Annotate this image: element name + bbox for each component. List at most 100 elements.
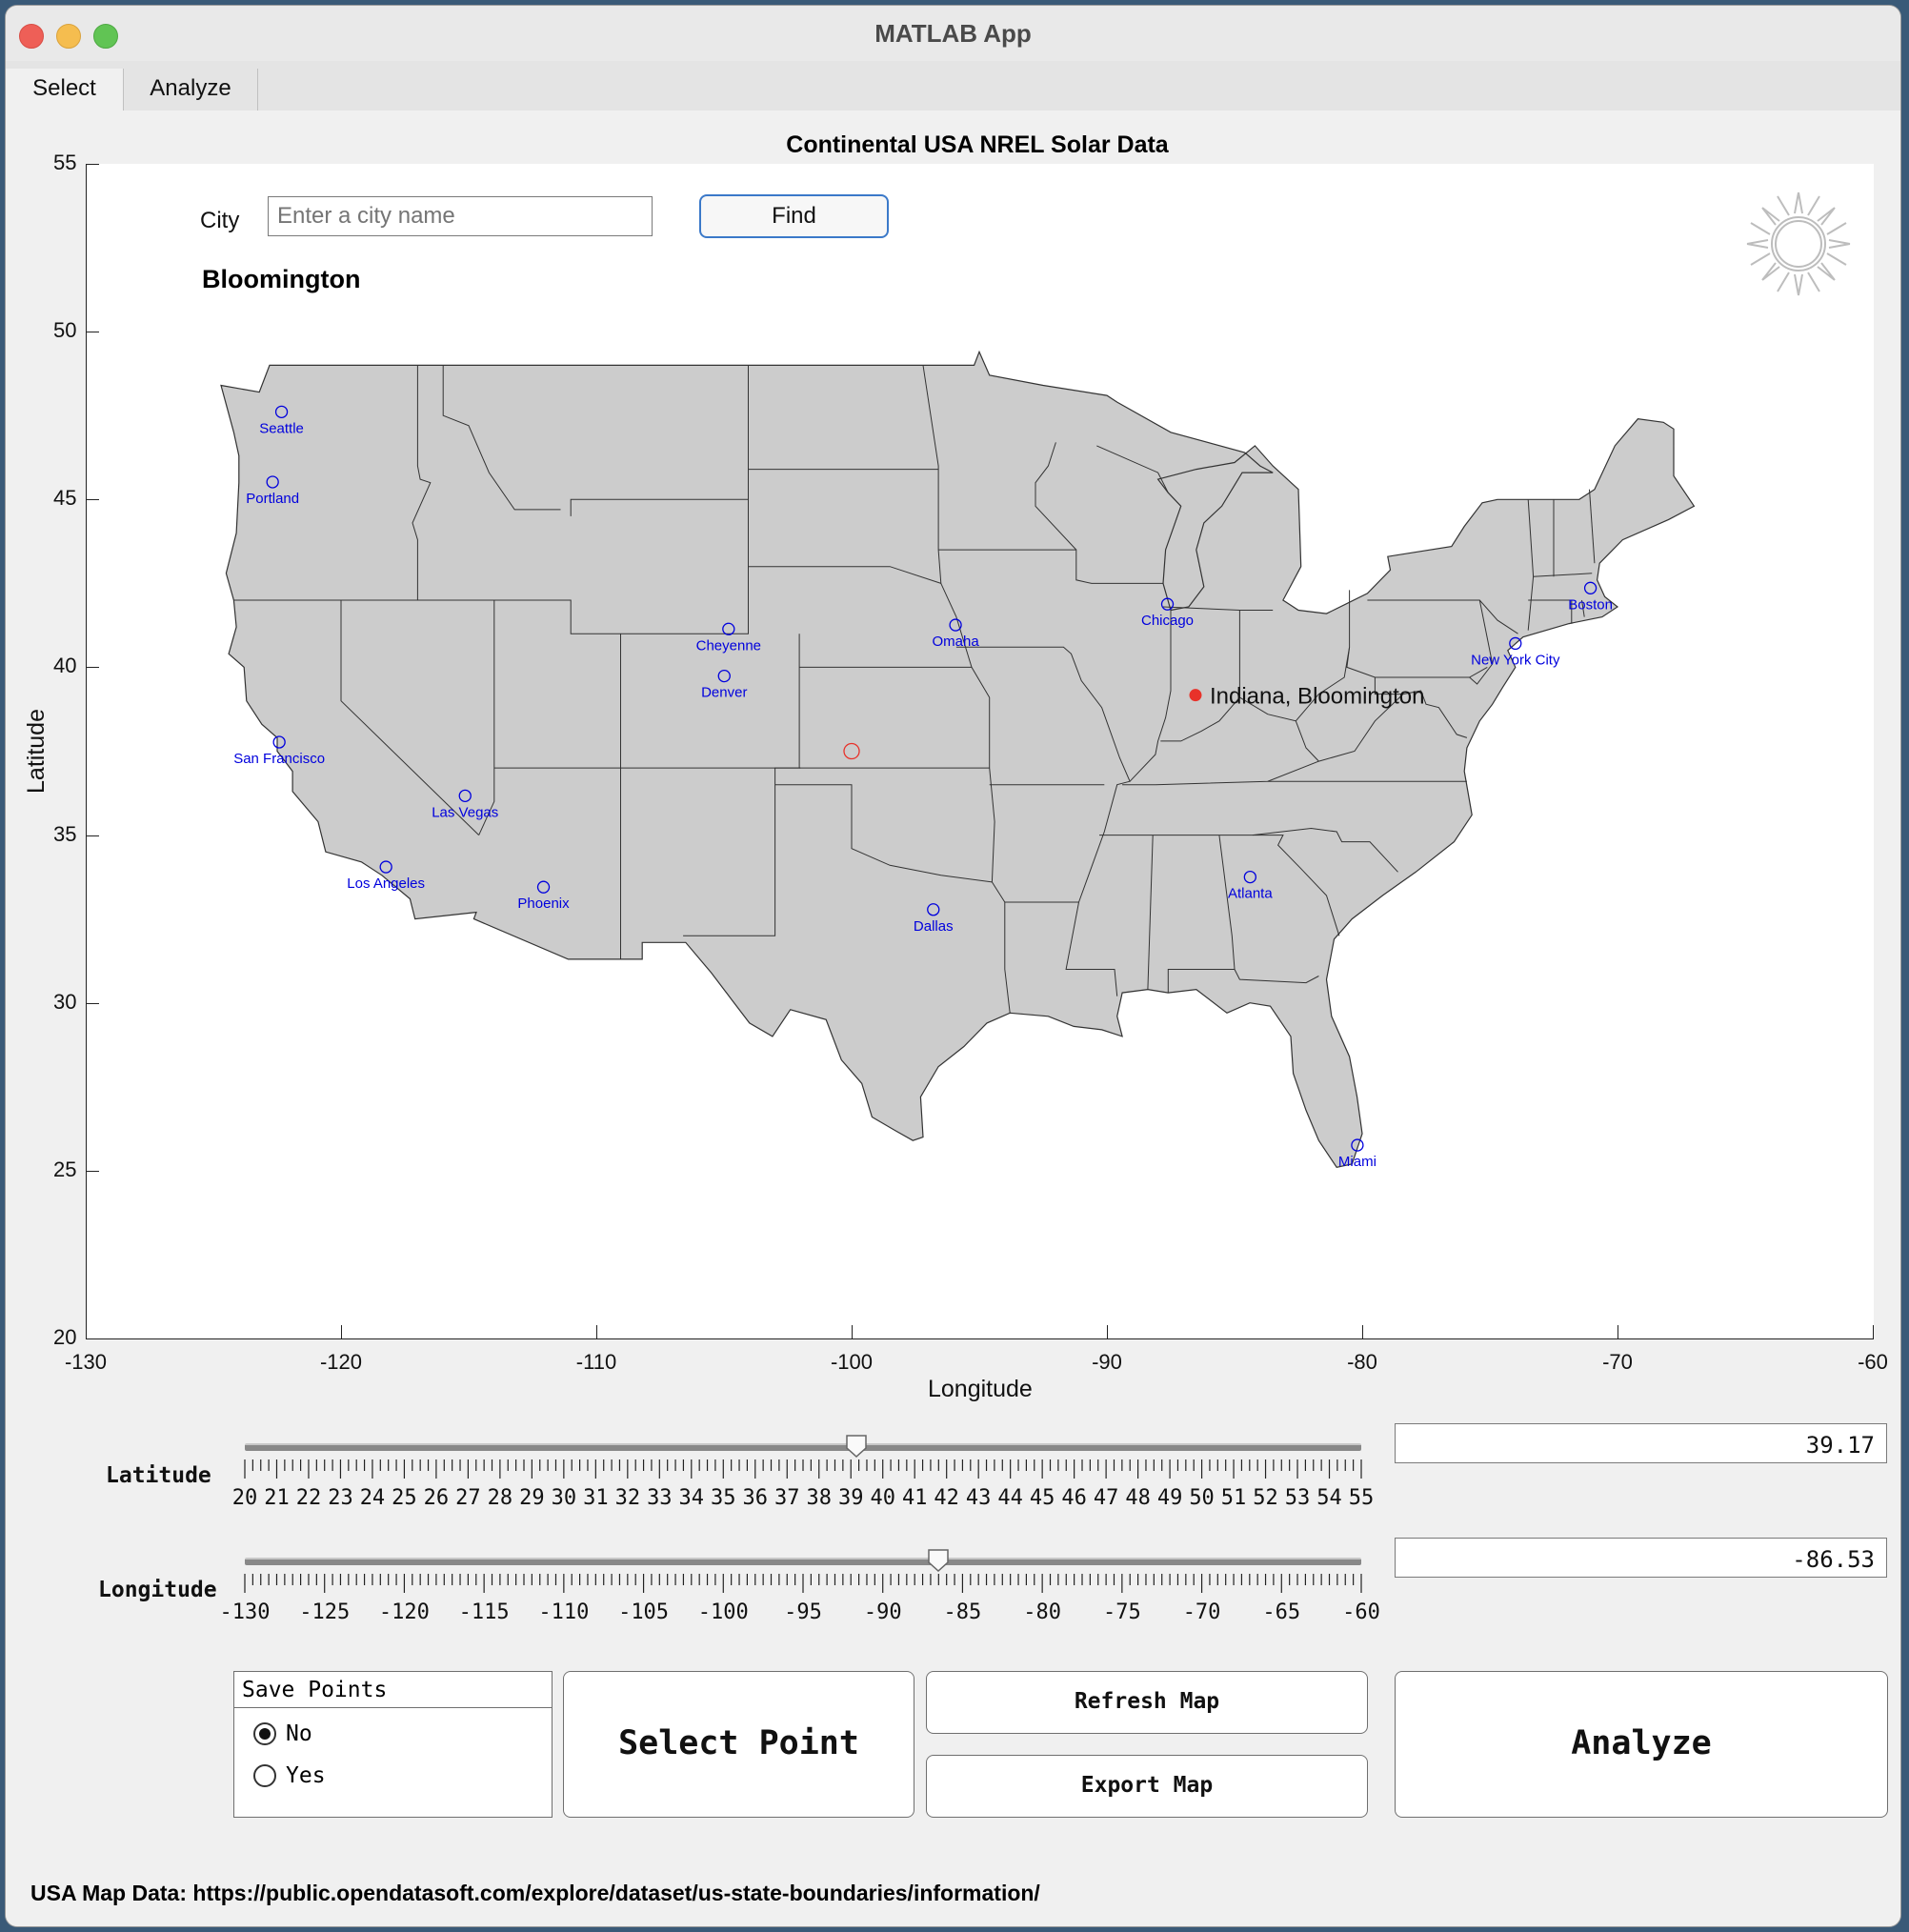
slider-tick-label: 29 bbox=[519, 1486, 545, 1510]
slider-tick-label: 53 bbox=[1284, 1486, 1311, 1510]
latitude-value-field[interactable]: 39.17 bbox=[1395, 1423, 1887, 1463]
slider-tick-label: 51 bbox=[1220, 1486, 1247, 1510]
find-button[interactable]: Find bbox=[699, 194, 889, 238]
slider-tick-label: -60 bbox=[1342, 1600, 1380, 1624]
slider-tick-label: 44 bbox=[997, 1486, 1023, 1510]
analyze-button[interactable]: Analyze bbox=[1395, 1671, 1888, 1818]
slider-tick-label: -70 bbox=[1182, 1600, 1221, 1624]
slider-tick-label: 43 bbox=[965, 1486, 992, 1510]
slider-tick-label: 35 bbox=[711, 1486, 736, 1510]
slider-tick-label: -130 bbox=[219, 1600, 271, 1624]
slider-tick-label: 28 bbox=[487, 1486, 513, 1510]
city-label: Dallas bbox=[914, 918, 954, 935]
city-label: Las Vegas bbox=[432, 804, 498, 820]
slider-tick-label: 21 bbox=[264, 1486, 290, 1510]
slider-tick-label: 24 bbox=[359, 1486, 386, 1510]
slider-tick-label: -90 bbox=[863, 1600, 902, 1624]
slider-tick-label: 42 bbox=[934, 1486, 959, 1510]
map-data-attribution: USA Map Data: https://public.opendatasof… bbox=[30, 1881, 1040, 1905]
slider-tick-label: 20 bbox=[231, 1486, 258, 1510]
slider-tick-label: 32 bbox=[614, 1486, 641, 1510]
save-points-group: Save Points No Yes bbox=[233, 1671, 553, 1818]
city-label: Atlanta bbox=[1228, 886, 1273, 902]
latitude-slider-thumb[interactable] bbox=[846, 1435, 867, 1458]
selected-city-name: Bloomington bbox=[202, 265, 361, 293]
export-map-button[interactable]: Export Map bbox=[926, 1755, 1368, 1818]
slider-tick-label: 38 bbox=[806, 1486, 832, 1510]
slider-tick-label: 52 bbox=[1253, 1486, 1278, 1510]
app-window: MATLAB App Select Analyze Continental US… bbox=[6, 6, 1900, 1926]
slider-tick-label: 31 bbox=[583, 1486, 609, 1510]
slider-tick-label: -95 bbox=[784, 1600, 822, 1624]
longitude-slider-ticks bbox=[244, 1574, 1362, 1593]
city-label: Cheyenne bbox=[696, 637, 761, 654]
city-label: Portland bbox=[246, 491, 299, 507]
refresh-map-button[interactable]: Refresh Map bbox=[926, 1671, 1368, 1734]
radio-no-label: No bbox=[286, 1721, 312, 1746]
slider-tick-label: 55 bbox=[1348, 1486, 1375, 1510]
city-label: Boston bbox=[1568, 596, 1613, 613]
slider-tick-label: 33 bbox=[647, 1486, 673, 1510]
latitude-slider-label: Latitude bbox=[106, 1463, 211, 1488]
city-label: City bbox=[200, 208, 240, 233]
sun-icon bbox=[1746, 191, 1851, 296]
slider-tick-label: 54 bbox=[1316, 1486, 1342, 1510]
city-label: Omaha bbox=[932, 634, 979, 650]
slider-tick-label: -125 bbox=[299, 1600, 351, 1624]
slider-tick-label: -75 bbox=[1102, 1600, 1141, 1624]
city-label: Denver bbox=[701, 685, 747, 701]
radio-no[interactable] bbox=[253, 1722, 276, 1745]
longitude-slider-label: Longitude bbox=[98, 1578, 217, 1602]
slider-tick-label: -80 bbox=[1023, 1600, 1062, 1624]
slider-tick-label: -85 bbox=[943, 1600, 982, 1624]
selected-point-marker[interactable] bbox=[1189, 689, 1202, 702]
city-label: Chicago bbox=[1141, 613, 1194, 629]
slider-tick-label: -120 bbox=[378, 1600, 430, 1624]
slider-tick-label: 23 bbox=[328, 1486, 353, 1510]
latitude-slider-track[interactable] bbox=[245, 1443, 1361, 1451]
longitude-slider-thumb[interactable] bbox=[928, 1549, 949, 1572]
slider-tick-label: 47 bbox=[1093, 1486, 1119, 1510]
slider-tick-label: 34 bbox=[678, 1486, 705, 1510]
slider-tick-label: -65 bbox=[1262, 1600, 1301, 1624]
x-axis-label: Longitude bbox=[928, 1376, 1033, 1402]
save-points-no-option[interactable]: No bbox=[253, 1721, 312, 1746]
slider-tick-label: -115 bbox=[458, 1600, 510, 1624]
slider-tick-label: 30 bbox=[551, 1486, 577, 1510]
slider-tick-label: 48 bbox=[1125, 1486, 1151, 1510]
select-point-button[interactable]: Select Point bbox=[563, 1671, 914, 1818]
longitude-slider-track[interactable] bbox=[245, 1558, 1361, 1565]
radio-yes[interactable] bbox=[253, 1764, 276, 1787]
city-label: Seattle bbox=[259, 420, 304, 436]
save-points-yes-option[interactable]: Yes bbox=[253, 1763, 326, 1788]
slider-tick-label: -110 bbox=[538, 1600, 590, 1624]
city-label: Miami bbox=[1338, 1154, 1376, 1170]
slider-tick-label: 37 bbox=[774, 1486, 800, 1510]
longitude-value-field[interactable]: -86.53 bbox=[1395, 1538, 1887, 1578]
city-label: Phoenix bbox=[517, 896, 570, 912]
slider-tick-label: 41 bbox=[901, 1486, 928, 1510]
y-axis-label: Latitude bbox=[22, 709, 50, 794]
city-label: Los Angeles bbox=[347, 875, 425, 892]
slider-tick-label: 36 bbox=[742, 1486, 769, 1510]
city-search-input[interactable] bbox=[268, 196, 653, 236]
city-label: San Francisco bbox=[233, 751, 325, 767]
slider-tick-label: 50 bbox=[1189, 1486, 1215, 1510]
slider-tick-label: -100 bbox=[697, 1600, 749, 1624]
slider-tick-label: 25 bbox=[392, 1486, 417, 1510]
latitude-slider-ticks bbox=[244, 1459, 1362, 1479]
slider-tick-label: 39 bbox=[837, 1486, 864, 1510]
save-points-title: Save Points bbox=[234, 1672, 552, 1708]
slider-tick-label: -105 bbox=[618, 1600, 670, 1624]
usa-outline bbox=[220, 350, 1696, 1168]
slider-tick-label: 40 bbox=[870, 1486, 895, 1510]
slider-tick-label: 22 bbox=[295, 1486, 322, 1510]
selected-point-label: Indiana, Bloomington bbox=[1210, 684, 1425, 710]
slider-tick-label: 49 bbox=[1156, 1486, 1183, 1510]
slider-tick-label: 27 bbox=[455, 1486, 481, 1510]
slider-tick-label: 26 bbox=[423, 1486, 450, 1510]
city-label: New York City bbox=[1471, 652, 1560, 668]
slider-tick-label: 46 bbox=[1061, 1486, 1087, 1510]
radio-yes-label: Yes bbox=[286, 1763, 326, 1788]
slider-tick-label: 45 bbox=[1029, 1486, 1055, 1510]
